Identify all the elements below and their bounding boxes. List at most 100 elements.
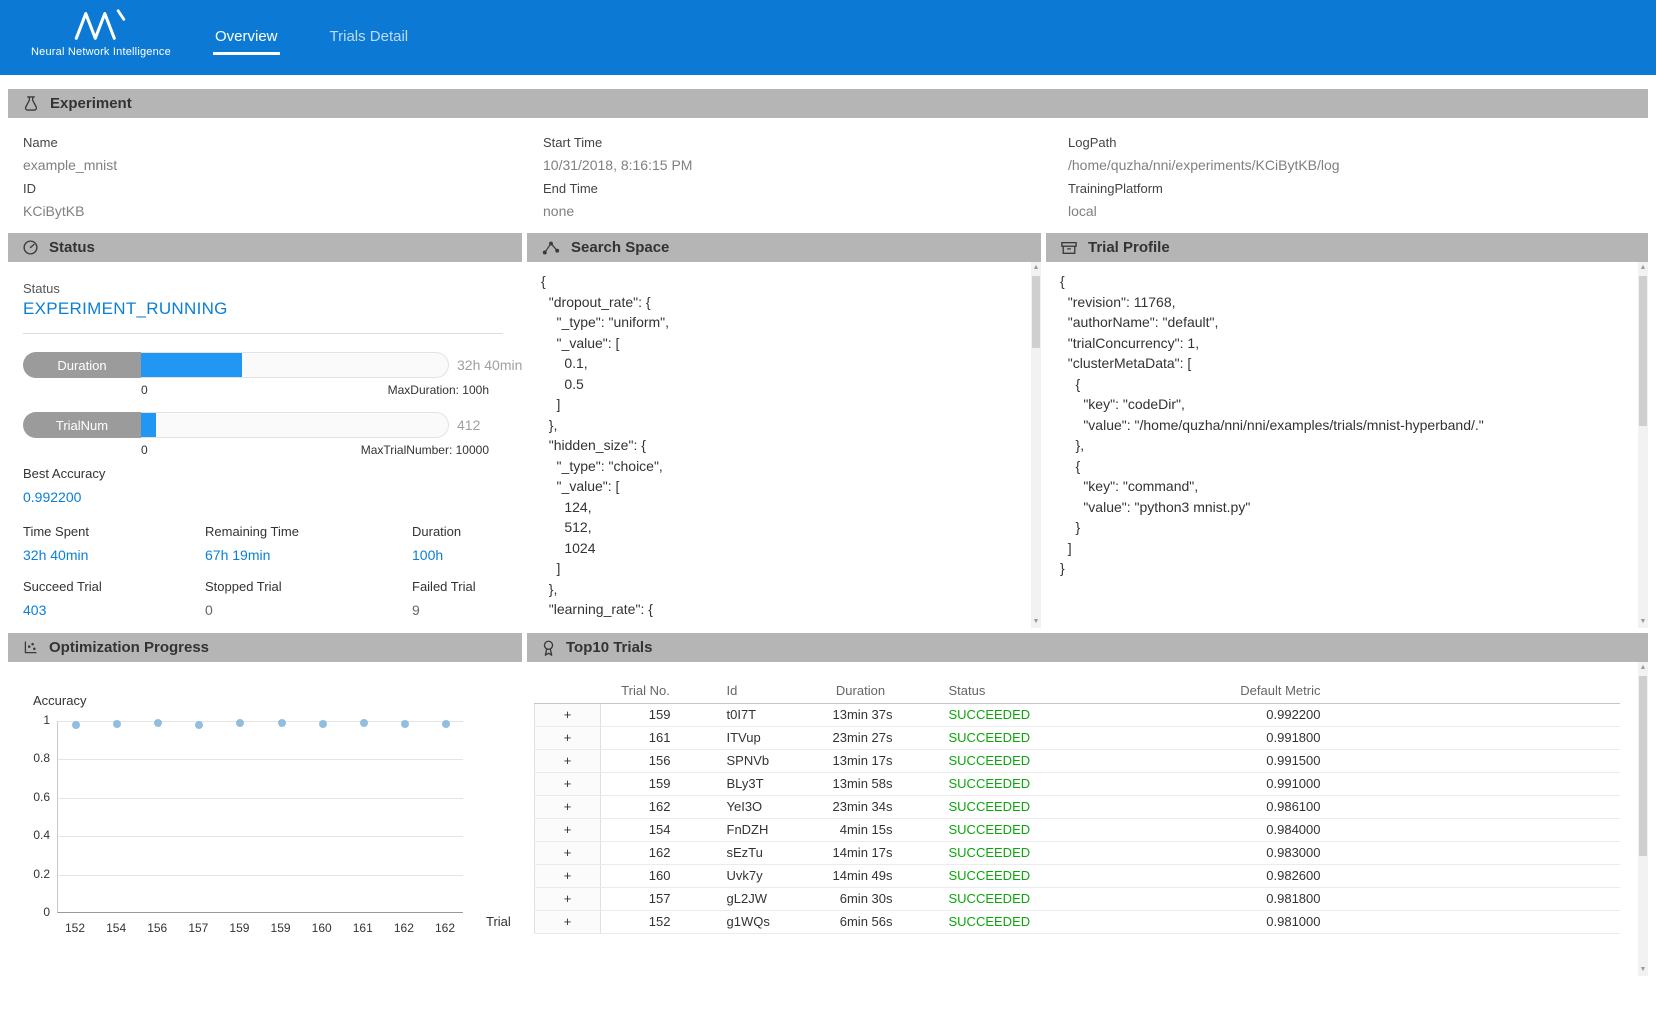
gridline — [58, 759, 463, 760]
experiment-section-title: Experiment — [50, 95, 132, 112]
search-space-scrollbar[interactable]: ▲ ▼ — [1031, 262, 1041, 628]
cell-status: SUCCEEDED — [901, 726, 1146, 749]
header-status: Status — [901, 678, 1146, 703]
start-time-label: Start Time — [543, 131, 692, 154]
table-row: + 156 SPNVb 13min 17s SUCCEEDED 0.991500 — [535, 749, 1621, 772]
y-axis-tick-label: 0.8 — [8, 751, 50, 765]
expand-row-button[interactable]: + — [535, 842, 600, 864]
x-axis-tick-label: 162 — [384, 921, 424, 935]
cell-trial-id: YeI3O — [691, 795, 821, 818]
cell-duration: 6min 56s — [821, 910, 901, 933]
scatter-point — [278, 719, 286, 727]
search-space-section-header: Search Space — [527, 233, 1041, 262]
trial-profile-scrollbar[interactable]: ▲ ▼ — [1638, 262, 1648, 628]
expand-row-button[interactable]: + — [535, 750, 600, 772]
scroll-up-icon[interactable]: ▲ — [1031, 262, 1041, 274]
trialnum-chip: TrialNum — [23, 412, 141, 438]
best-accuracy-label: Best Accuracy — [23, 466, 105, 481]
scrollbar-thumb[interactable] — [1032, 276, 1040, 348]
table-row: + 161 ITVup 23min 27s SUCCEEDED 0.991800 — [535, 726, 1621, 749]
expand-row-button[interactable]: + — [535, 865, 600, 887]
brand[interactable]: Neural Network Intelligence — [22, 6, 180, 58]
expand-row-button[interactable]: + — [535, 796, 600, 818]
scroll-down-icon[interactable]: ▼ — [1638, 616, 1648, 628]
duration-track — [141, 352, 449, 378]
top10-trials-table: Trial No. Id Duration Status Default Met… — [534, 678, 1620, 934]
experiment-details: Name example_mnist ID KCiBytKB Start Tim… — [8, 118, 1648, 233]
tab-trials-detail[interactable]: Trials Detail — [328, 20, 411, 55]
experiment-name-label: Name — [23, 131, 117, 154]
cell-default-metric: 0.991000 — [1146, 772, 1331, 795]
tab-overview[interactable]: Overview — [213, 20, 280, 55]
cell-duration: 4min 15s — [821, 818, 901, 841]
scatter-point — [319, 720, 327, 728]
nni-overview-page: Neural Network Intelligence Overview Tri… — [0, 0, 1656, 1030]
optimization-progress-panel: Optimization Progress Accuracy Trial 10.… — [8, 633, 522, 978]
training-platform-label: TrainingPlatform — [1068, 177, 1340, 200]
cell-trial-no: 159 — [601, 703, 691, 726]
cell-trial-id: t0I7T — [691, 703, 821, 726]
trialnum-count-value: 412 — [457, 417, 480, 433]
scroll-up-icon[interactable]: ▲ — [1638, 262, 1648, 274]
brand-name: Neural Network Intelligence — [31, 46, 171, 58]
x-axis-tick-label: 156 — [137, 921, 177, 935]
trial-profile-section-title: Trial Profile — [1088, 239, 1170, 256]
header-filler — [1331, 678, 1621, 703]
search-space-panel: Search Space { "dropout_rate": { "_type"… — [527, 233, 1041, 630]
table-row: + 157 gL2JW 6min 30s SUCCEEDED 0.981800 — [535, 887, 1621, 910]
cell-duration: 13min 37s — [821, 703, 901, 726]
table-header-row: Trial No. Id Duration Status Default Met… — [535, 678, 1621, 703]
optimization-section-header: Optimization Progress — [8, 633, 522, 662]
table-row: + 162 YeI3O 23min 34s SUCCEEDED 0.986100 — [535, 795, 1621, 818]
cell-trial-no: 161 — [601, 726, 691, 749]
status-field-label: Status — [23, 281, 60, 296]
experiment-path-column: LogPath /home/quzha/nni/experiments/KCiB… — [1068, 131, 1340, 223]
expand-row-button[interactable]: + — [535, 773, 600, 795]
table-row: + 160 Uvk7y 14min 49s SUCCEEDED 0.982600 — [535, 864, 1621, 887]
top10-scrollbar[interactable]: ▲ ▼ — [1638, 662, 1648, 976]
cell-default-metric: 0.984000 — [1146, 818, 1331, 841]
scroll-up-icon[interactable]: ▲ — [1638, 662, 1648, 674]
expand-row-button[interactable]: + — [535, 727, 600, 749]
scatter-point — [154, 719, 162, 727]
scatter-point — [236, 719, 244, 727]
cell-status: SUCCEEDED — [901, 795, 1146, 818]
table-row: + 154 FnDZH 4min 15s SUCCEEDED 0.984000 — [535, 818, 1621, 841]
duration-scale: 0 MaxDuration: 100h — [141, 383, 489, 397]
duration-elapsed-value: 32h 40min — [457, 357, 522, 373]
logpath-label: LogPath — [1068, 131, 1340, 154]
scrollbar-thumb[interactable] — [1639, 276, 1647, 426]
optimization-section-title: Optimization Progress — [49, 639, 209, 656]
top10-section-header: Top10 Trials — [527, 633, 1648, 662]
expand-row-button[interactable]: + — [535, 819, 600, 841]
top10-section-title: Top10 Trials — [566, 639, 652, 656]
stat-duration: Duration 100h — [412, 521, 508, 567]
stat-succeed-trial: Succeed Trial 403 — [23, 576, 205, 622]
trialnum-track — [141, 412, 449, 438]
top-navbar: Neural Network Intelligence Overview Tri… — [0, 0, 1656, 75]
experiment-time-column: Start Time 10/31/2018, 8:16:15 PM End Ti… — [543, 131, 692, 223]
best-accuracy-value: 0.992200 — [23, 489, 81, 505]
cell-trial-no: 160 — [601, 864, 691, 887]
cell-default-metric: 0.991800 — [1146, 726, 1331, 749]
scrollbar-thumb[interactable] — [1639, 676, 1647, 856]
header-duration: Duration — [821, 678, 901, 703]
cell-default-metric: 0.983000 — [1146, 841, 1331, 864]
start-time-value: 10/31/2018, 8:16:15 PM — [543, 154, 692, 177]
header-id: Id — [691, 678, 821, 703]
expand-row-button[interactable]: + — [535, 888, 600, 910]
search-space-json: { "dropout_rate": { "_type": "uniform", … — [541, 271, 1023, 626]
x-axis-tick-label: 161 — [343, 921, 383, 935]
expand-row-button[interactable]: + — [535, 704, 600, 726]
cell-default-metric: 0.981800 — [1146, 887, 1331, 910]
trial-profile-json: { "revision": 11768, "authorName": "defa… — [1060, 271, 1630, 626]
cell-trial-no: 159 — [601, 772, 691, 795]
expand-row-button[interactable]: + — [535, 911, 600, 933]
nav-tabs: Overview Trials Detail — [213, 0, 410, 75]
cell-status: SUCCEEDED — [901, 841, 1146, 864]
cell-trial-id: sEzTu — [691, 841, 821, 864]
cell-trial-id: gL2JW — [691, 887, 821, 910]
nni-logo-icon — [69, 6, 133, 44]
scroll-down-icon[interactable]: ▼ — [1031, 616, 1041, 628]
scroll-down-icon[interactable]: ▼ — [1638, 964, 1648, 976]
